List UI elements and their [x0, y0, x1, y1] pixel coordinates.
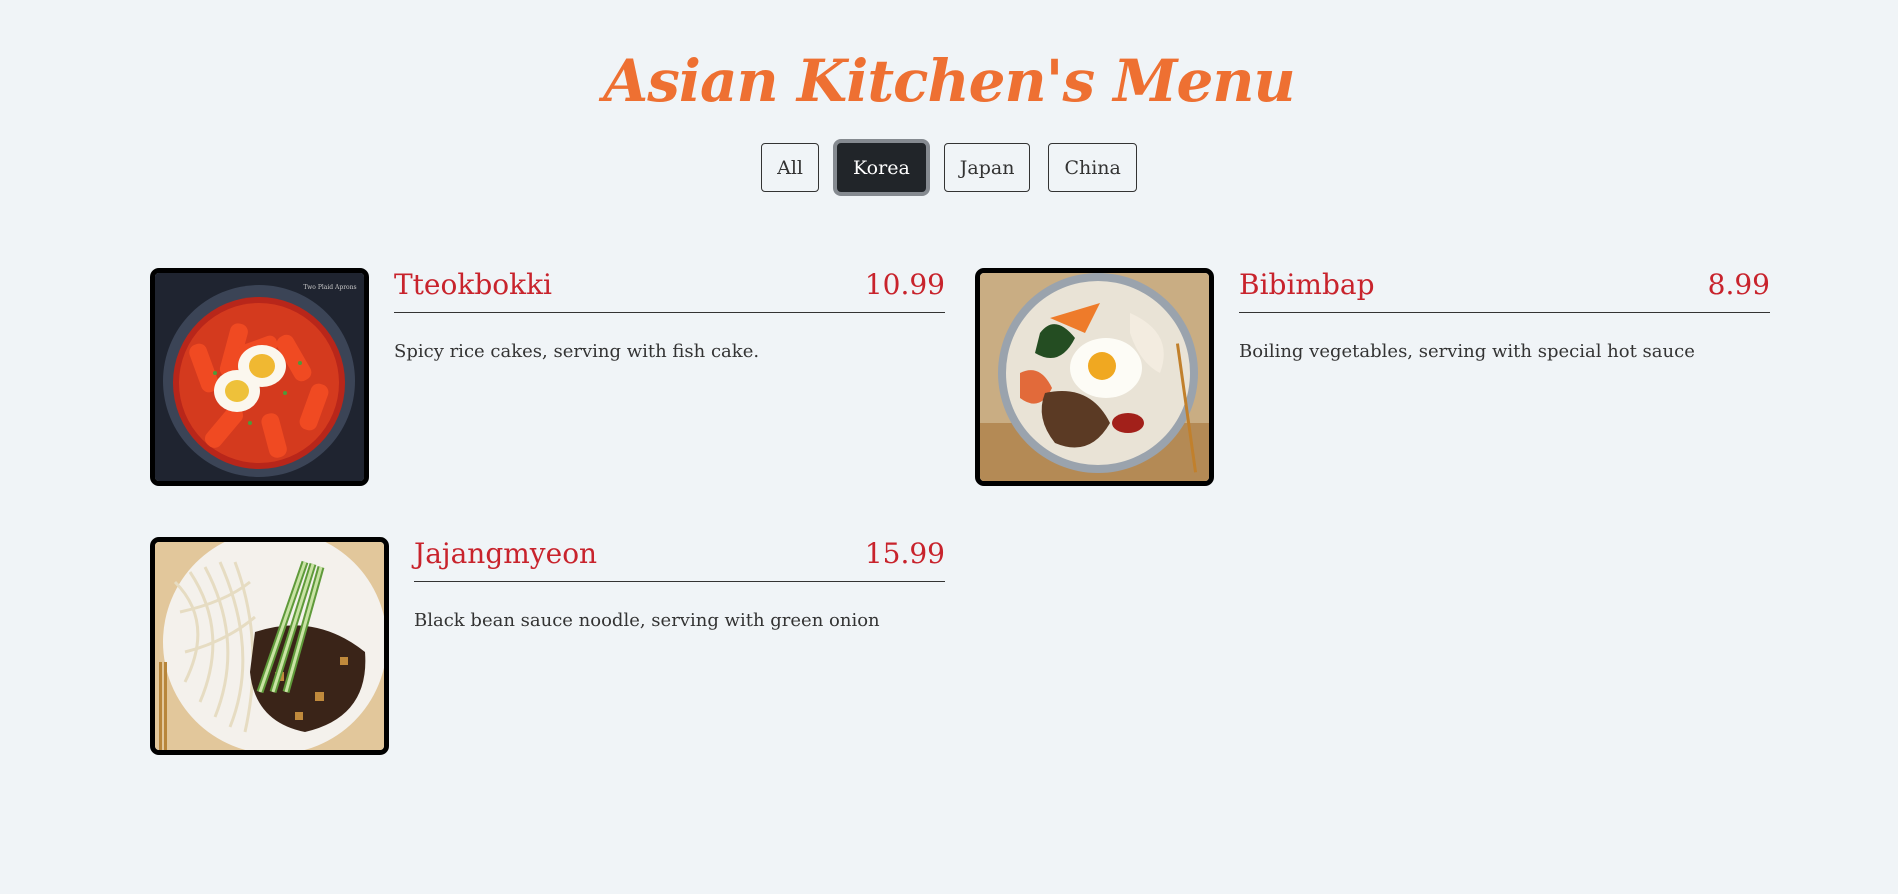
menu-item-tteokbokki: Two Plaid Aprons Tteokbokki 10.99 Spicy …	[150, 268, 945, 486]
item-description: Black bean sauce noodle, serving with gr…	[414, 610, 880, 631]
item-info: Bibimbap 8.99 Boiling vegetables, servin…	[1239, 268, 1770, 486]
menu-item-jajangmyeon: Jajangmyeon 15.99 Black bean sauce noodl…	[150, 537, 945, 755]
item-info: Tteokbokki 10.99 Spicy rice cakes, servi…	[394, 268, 945, 486]
filter-all-button[interactable]: All	[761, 143, 819, 192]
item-description: Spicy rice cakes, serving with fish cake…	[394, 341, 760, 362]
item-name: Jajangmyeon	[414, 537, 598, 570]
category-filters: All Korea Japan China	[0, 143, 1898, 192]
tteokbokki-photo: Two Plaid Aprons	[150, 268, 369, 486]
item-header: Bibimbap 8.99	[1239, 268, 1770, 313]
item-price: 15.99	[864, 537, 945, 570]
item-header: Jajangmyeon 15.99	[414, 537, 945, 582]
bibimbap-photo	[975, 268, 1214, 486]
photo-watermark: Two Plaid Aprons	[303, 284, 356, 291]
filter-korea-button[interactable]: Korea	[837, 143, 926, 192]
filter-china-button[interactable]: China	[1048, 143, 1137, 192]
item-info: Jajangmyeon 15.99 Black bean sauce noodl…	[414, 537, 945, 755]
item-description: Boiling vegetables, serving with special…	[1239, 341, 1695, 362]
item-price: 10.99	[864, 268, 945, 301]
item-price: 8.99	[1707, 268, 1770, 301]
filter-japan-button[interactable]: Japan	[943, 143, 1031, 192]
jajangmyeon-photo	[150, 537, 389, 755]
item-header: Tteokbokki 10.99	[394, 268, 945, 313]
menu-title: Asian Kitchen's Menu	[603, 46, 1295, 115]
item-name: Bibimbap	[1239, 268, 1375, 301]
item-name: Tteokbokki	[394, 268, 552, 301]
menu-item-bibimbap: Bibimbap 8.99 Boiling vegetables, servin…	[975, 268, 1770, 486]
